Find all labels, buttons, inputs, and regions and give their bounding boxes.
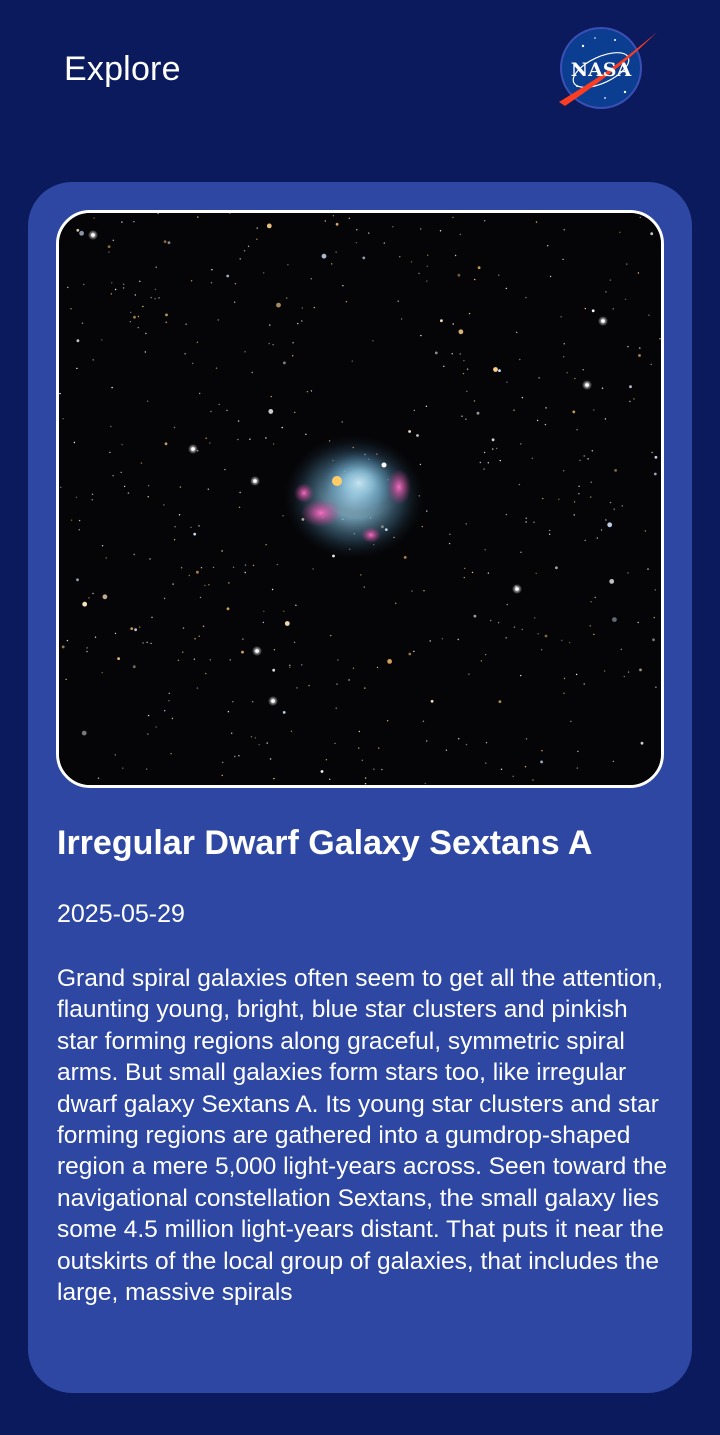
page-title: Explore [64, 50, 181, 88]
nasa-logo-text: NASA [571, 59, 632, 81]
app-header: Explore NASA [0, 0, 720, 150]
explore-screen: Explore NASA Irregular Dwarf Galaxy Sext… [0, 0, 720, 1435]
apod-date: 2025-05-29 [57, 900, 185, 928]
galaxy-image [59, 213, 661, 785]
apod-card[interactable]: Irregular Dwarf Galaxy Sextans A 2025-05… [28, 182, 692, 1393]
nasa-logo: NASA [555, 26, 659, 110]
apod-title: Irregular Dwarf Galaxy Sextans A [57, 824, 593, 862]
apod-image[interactable] [56, 210, 664, 788]
apod-explanation: Grand spiral galaxies often seem to get … [57, 965, 668, 1307]
